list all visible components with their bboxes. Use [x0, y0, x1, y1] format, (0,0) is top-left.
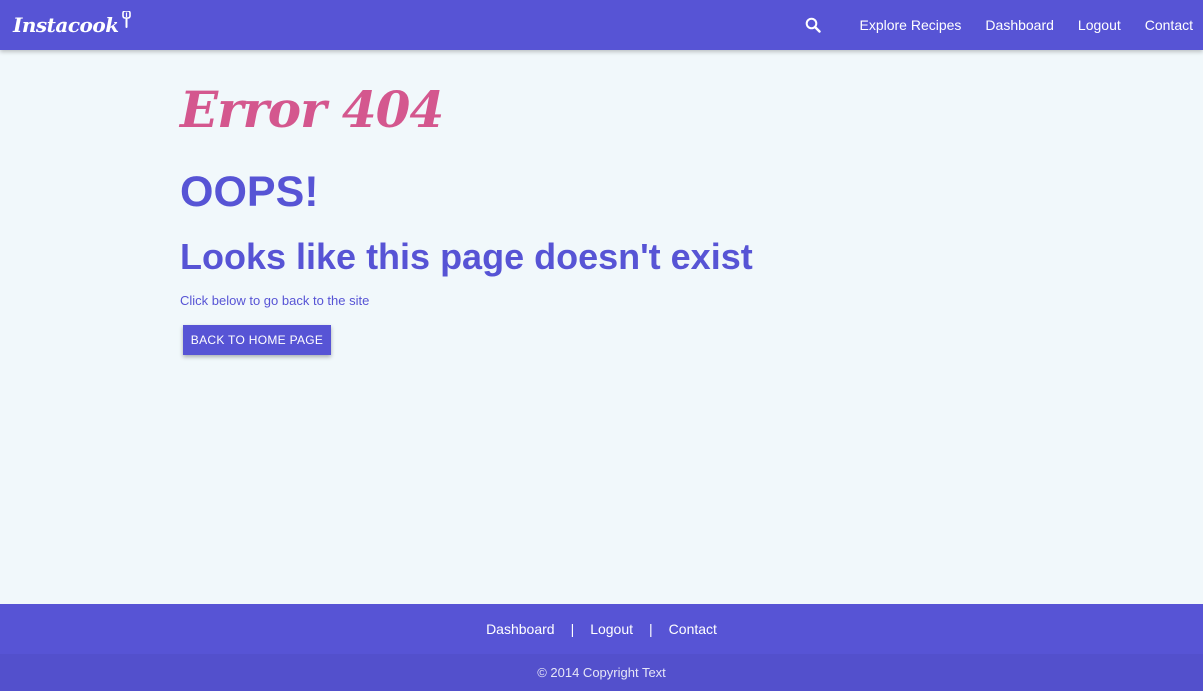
nav-link-contact[interactable]: Contact	[1133, 0, 1203, 50]
brand-name: Instacook	[13, 13, 119, 37]
footer-separator: |	[570, 621, 575, 637]
footer-links-bar: Dashboard | Logout | Contact	[0, 604, 1203, 654]
footer-link-contact[interactable]: Contact	[669, 621, 717, 637]
nav-link-explore-recipes[interactable]: Explore Recipes	[847, 0, 973, 50]
nav-menu: Explore Recipes Dashboard Logout Contact	[798, 0, 1203, 50]
nav-link-logout[interactable]: Logout	[1066, 0, 1133, 50]
back-to-home-button[interactable]: BACK TO HOME PAGE	[183, 325, 331, 355]
whisk-icon	[121, 9, 131, 34]
not-found-headline: Looks like this page doesn't exist	[180, 236, 753, 277]
footer-link-logout[interactable]: Logout	[590, 621, 633, 637]
footer-link-dashboard[interactable]: Dashboard	[486, 621, 555, 637]
brand-logo-link[interactable]: Instacook	[13, 9, 131, 37]
top-navbar: Instacook Explore Recipes Dashboard Logo…	[0, 0, 1203, 50]
copyright-bar: © 2014 Copyright Text	[0, 654, 1203, 691]
back-instruction-text: Click below to go back to the site	[180, 293, 370, 308]
oops-heading: OOPS!	[180, 168, 319, 216]
copyright-text: © 2014 Copyright Text	[537, 665, 666, 680]
search-button[interactable]	[798, 10, 828, 40]
error-title: Error 404	[180, 80, 444, 139]
search-icon	[806, 17, 822, 33]
nav-link-dashboard[interactable]: Dashboard	[973, 0, 1066, 50]
footer-separator: |	[649, 621, 653, 637]
